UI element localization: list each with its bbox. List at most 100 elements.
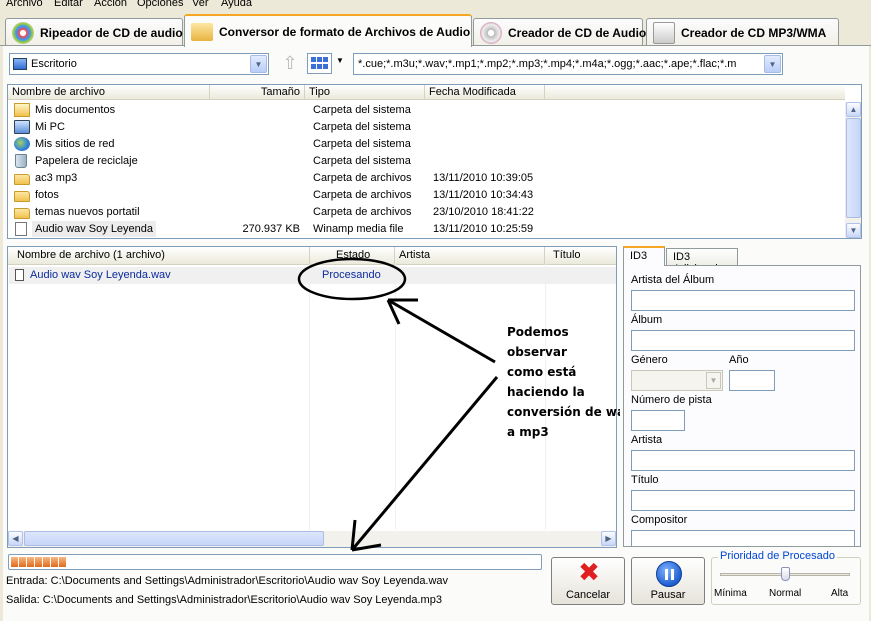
progress-segment [59,557,66,567]
location-combo[interactable]: Escritorio ▼ [9,53,269,75]
col-header-date[interactable]: Fecha Modificada [425,85,545,100]
audio-file-icon [15,269,24,281]
progress-fill [11,557,539,567]
scroll-right-icon[interactable]: ▶ [601,531,616,546]
composer-field[interactable] [631,530,855,546]
priority-normal-label: Normal [769,588,802,599]
view-dropdown-icon[interactable]: ▼ [336,56,344,65]
file-row[interactable]: Mi PC Carpeta del sistema [8,119,846,136]
cd-burn-icon [480,21,502,44]
menu-archivo[interactable]: Archivo [6,0,43,9]
tab-audio-cd-creator[interactable]: Creador de CD de Audio [473,18,646,46]
pause-icon [656,561,682,587]
priority-group: Prioridad de Procesado Mínima Normal Alt… [711,550,861,605]
genre-select[interactable]: ▼ [631,370,723,391]
file-row[interactable]: ac3 mp3 Carpeta de archivos 13/11/2010 1… [8,170,846,187]
file-type: Carpeta de archivos [313,189,412,201]
filter-value: *.cue;*.m3u;*.wav;*.mp1;*.mp2;*.mp3;*.mp… [358,58,737,70]
file-filter-combo[interactable]: *.cue;*.m3u;*.wav;*.mp1;*.mp2;*.mp3;*.mp… [353,53,783,75]
menu-accion[interactable]: Acción [94,0,127,9]
col-header-name[interactable]: Nombre de archivo [8,85,210,100]
year-field[interactable] [729,370,775,391]
file-row-selected[interactable]: Audio wav Soy Leyenda 270.937 KB Winamp … [8,221,846,238]
label-album: Álbum [631,314,663,326]
track-field[interactable] [631,410,685,431]
album-field[interactable] [631,330,855,351]
annotation-line: a mp3 [507,425,549,439]
progress-segment [11,557,18,567]
artist-field[interactable] [631,450,855,471]
tab-label: Ripeador de CD de audio [40,25,183,40]
grid-line [395,264,396,530]
tab-mp3-cd-creator[interactable]: Creador de CD MP3/WMA [646,18,839,46]
cd-mp3-icon [653,21,675,44]
file-type: Carpeta del sistema [313,121,411,133]
tab-id3[interactable]: ID3 [623,246,665,266]
pause-button[interactable]: Pausar [631,557,705,605]
queue-header-artist[interactable]: Artista [395,247,545,265]
menu-ver[interactable]: Ver [192,0,209,9]
file-date: 13/11/2010 10:25:59 [433,223,534,235]
cancel-button[interactable]: ✖ Cancelar [551,557,625,605]
mode-tabs: Ripeador de CD de audio Conversor de for… [0,14,871,47]
title-field[interactable] [631,490,855,511]
menu-ayuda[interactable]: Ayuda [221,0,252,9]
annotation-line: como está [507,365,577,379]
file-row[interactable]: fotos Carpeta de archivos 13/11/2010 10:… [8,187,846,204]
scroll-down-icon[interactable]: ▼ [846,223,861,238]
hscroll-thumb[interactable] [24,531,324,546]
tab-format-converter[interactable]: Conversor de formato de Archivos de Audi… [184,14,472,47]
file-size: 270.937 KB [242,223,301,235]
queue-header-status[interactable]: Estado [310,247,395,265]
view-mode-icon[interactable] [307,53,332,74]
col-header-size[interactable]: Tamaño [210,85,305,100]
browser-scrollbar[interactable]: ▲ ▼ [845,102,861,238]
folder-icon [14,208,30,219]
conversion-progress [8,554,542,570]
chevron-down-icon[interactable]: ▼ [706,372,721,389]
col-header-type[interactable]: Tipo [305,85,425,100]
file-row[interactable]: Mis sitios de red Carpeta del sistema [8,136,846,153]
menu-bar: Archivo Editar Acción Opciones Ver Ayuda [0,0,871,12]
file-type: Winamp media file [313,223,404,235]
scroll-thumb[interactable] [846,118,861,218]
tab-cd-ripper[interactable]: Ripeador de CD de audio [5,18,183,46]
queue-hscrollbar[interactable]: ◀ ▶ [8,531,616,547]
id3-panel: Artista del Álbum Álbum Género Año ▼ Núm… [623,265,861,547]
file-type: Carpeta de archivos [313,172,412,184]
tab-label: Creador de CD MP3/WMA [681,25,827,40]
file-date: 23/10/2010 18:41:22 [433,206,534,218]
menu-opciones[interactable]: Opciones [137,0,183,9]
scroll-left-icon[interactable]: ◀ [8,531,23,546]
annotation-line: conversión de wav [507,405,620,419]
file-name: Audio wav Soy Leyenda [35,223,154,235]
album-artist-field[interactable] [631,290,855,311]
scroll-up-icon[interactable]: ▲ [846,102,861,117]
location-value: Escritorio [31,58,77,70]
label-genre: Género [631,354,668,366]
label-artist: Artista [631,434,663,446]
file-type: Carpeta del sistema [313,138,411,150]
progress-segment [19,557,26,567]
queue-row[interactable]: Audio wav Soy Leyenda.wav Procesando [9,267,616,284]
label-album-artist: Artista del Álbum [631,274,715,286]
tab-label: Conversor de formato de Archivos de Audi… [219,24,471,39]
file-row[interactable]: Papelera de reciclaje Carpeta del sistem… [8,153,846,170]
queue-header-title[interactable]: Título [545,247,616,265]
tab-id3-additional[interactable]: ID3 Adicional [666,248,738,275]
label-track: Número de pista [631,394,712,406]
queue-header-name[interactable]: Nombre de archivo (1 archivo) [8,247,310,265]
folder-open-icon [191,22,213,41]
file-name: Mi PC [35,121,65,133]
audio-file-icon [15,222,27,236]
menu-editar[interactable]: Editar [54,0,83,9]
file-row[interactable]: temas nuevos portatil Carpeta de archivo… [8,204,846,221]
chevron-down-icon[interactable]: ▼ [764,55,781,73]
folder-up-icon[interactable]: ⇧ [279,52,301,74]
chevron-down-icon[interactable]: ▼ [250,55,267,73]
file-name: Mis documentos [35,104,116,116]
network-places-icon [14,137,30,151]
file-row[interactable]: Mis documentos Carpeta del sistema [8,102,846,119]
priority-slider-thumb[interactable] [781,567,790,581]
file-name: ac3 mp3 [35,172,78,184]
